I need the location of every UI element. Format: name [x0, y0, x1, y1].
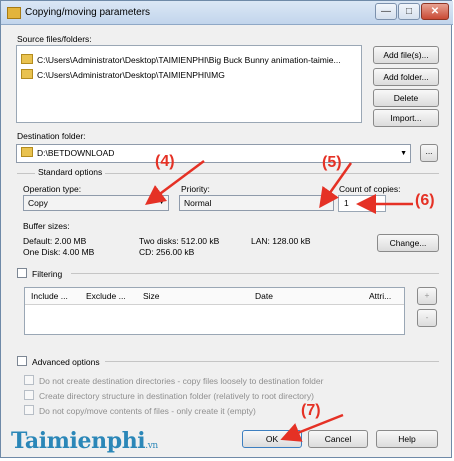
dropdown-arrow-icon[interactable]: ▼ [158, 196, 165, 210]
folder-app-icon [7, 7, 21, 19]
source-label: Source files/folders: [17, 34, 92, 44]
count-of-copies-input[interactable]: 1 [338, 195, 386, 212]
import-button[interactable]: Import... [373, 109, 439, 127]
standard-options-title: Standard options [35, 167, 106, 177]
buffer-one-disk: One Disk: 4.00 MB [23, 247, 95, 257]
column-attributes[interactable]: Attri... [369, 291, 391, 301]
minimize-button[interactable]: — [375, 3, 397, 20]
no-destination-dirs-checkbox[interactable] [24, 375, 34, 385]
annotation-6: (6) [415, 192, 435, 209]
priority-combo[interactable]: Normal ▼ [179, 195, 334, 211]
column-include[interactable]: Include ... [31, 291, 68, 301]
dropdown-arrow-icon[interactable]: ▼ [400, 145, 407, 162]
source-list-item[interactable]: C:\Users\Administrator\Desktop\TAIMIENPH… [21, 69, 225, 80]
help-button[interactable]: Help [376, 430, 438, 448]
file-icon [21, 54, 33, 64]
advanced-options-checkbox[interactable] [17, 356, 27, 366]
no-destination-dirs-label: Do not create destination directories - … [39, 376, 324, 386]
operation-type-label: Operation type: [23, 184, 82, 194]
title-bar: Copying/moving parameters — □ ✕ [1, 1, 453, 25]
delete-button[interactable]: Delete [373, 89, 439, 107]
destination-label: Destination folder: [17, 131, 86, 141]
remove-filter-button[interactable]: - [417, 309, 437, 327]
column-exclude[interactable]: Exclude ... [86, 291, 126, 301]
buffer-two-disks: Two disks: 512.00 kB [139, 236, 220, 246]
add-files-button[interactable]: Add file(s)... [373, 46, 439, 64]
add-filter-button[interactable]: + [417, 287, 437, 305]
filter-table-header: Include ... Exclude ... Size Date Attri.… [25, 288, 404, 305]
add-folder-button[interactable]: Add folder... [373, 68, 439, 86]
source-list[interactable]: C:\Users\Administrator\Desktop\TAIMIENPH… [16, 45, 362, 123]
cancel-button[interactable]: Cancel [308, 430, 368, 448]
column-date[interactable]: Date [255, 291, 273, 301]
operation-type-combo[interactable]: Copy ▼ [23, 195, 169, 211]
create-dir-structure-label: Create directory structure in destinatio… [39, 391, 314, 401]
folder-icon [21, 69, 33, 79]
copy-move-dialog: Copying/moving parameters — □ ✕ Source f… [0, 0, 453, 458]
buffer-default: Default: 2.00 MB [23, 236, 87, 246]
annotation-4: (4) [155, 153, 175, 170]
annotation-5: (5) [322, 154, 342, 171]
buffer-cd: CD: 256.00 kB [139, 247, 195, 257]
buffer-sizes-label: Buffer sizes: [23, 221, 70, 231]
count-of-copies-label: Count of copies: [339, 184, 401, 194]
filtering-divider [71, 273, 439, 274]
create-dir-structure-checkbox[interactable] [24, 390, 34, 400]
column-size[interactable]: Size [143, 291, 160, 301]
filter-table: Include ... Exclude ... Size Date Attri.… [24, 287, 405, 335]
filtering-checkbox[interactable] [17, 268, 27, 278]
empty-files-checkbox[interactable] [24, 405, 34, 415]
maximize-button[interactable]: □ [398, 3, 420, 20]
filtering-label[interactable]: Filtering [32, 269, 62, 279]
destination-combo[interactable]: D:\BETDOWNLOAD ▼ [16, 144, 411, 163]
change-buffer-button[interactable]: Change... [377, 234, 439, 252]
window-title: Copying/moving parameters [25, 7, 151, 18]
folder-icon [21, 147, 33, 157]
ok-button[interactable]: OK [242, 430, 302, 448]
buffer-lan: LAN: 128.00 kB [251, 236, 311, 246]
close-button[interactable]: ✕ [421, 3, 449, 20]
source-list-item[interactable]: C:\Users\Administrator\Desktop\TAIMIENPH… [21, 54, 341, 65]
annotation-7: (7) [301, 402, 321, 419]
watermark-logo: Taimienphi.vn [11, 428, 158, 454]
dropdown-arrow-icon[interactable]: ▼ [323, 196, 330, 210]
browse-button[interactable]: ... [420, 144, 438, 162]
priority-label: Priority: [181, 184, 210, 194]
advanced-options-label[interactable]: Advanced options [32, 357, 100, 367]
empty-files-label: Do not copy/move contents of files - onl… [39, 406, 256, 416]
advanced-divider [105, 361, 439, 362]
